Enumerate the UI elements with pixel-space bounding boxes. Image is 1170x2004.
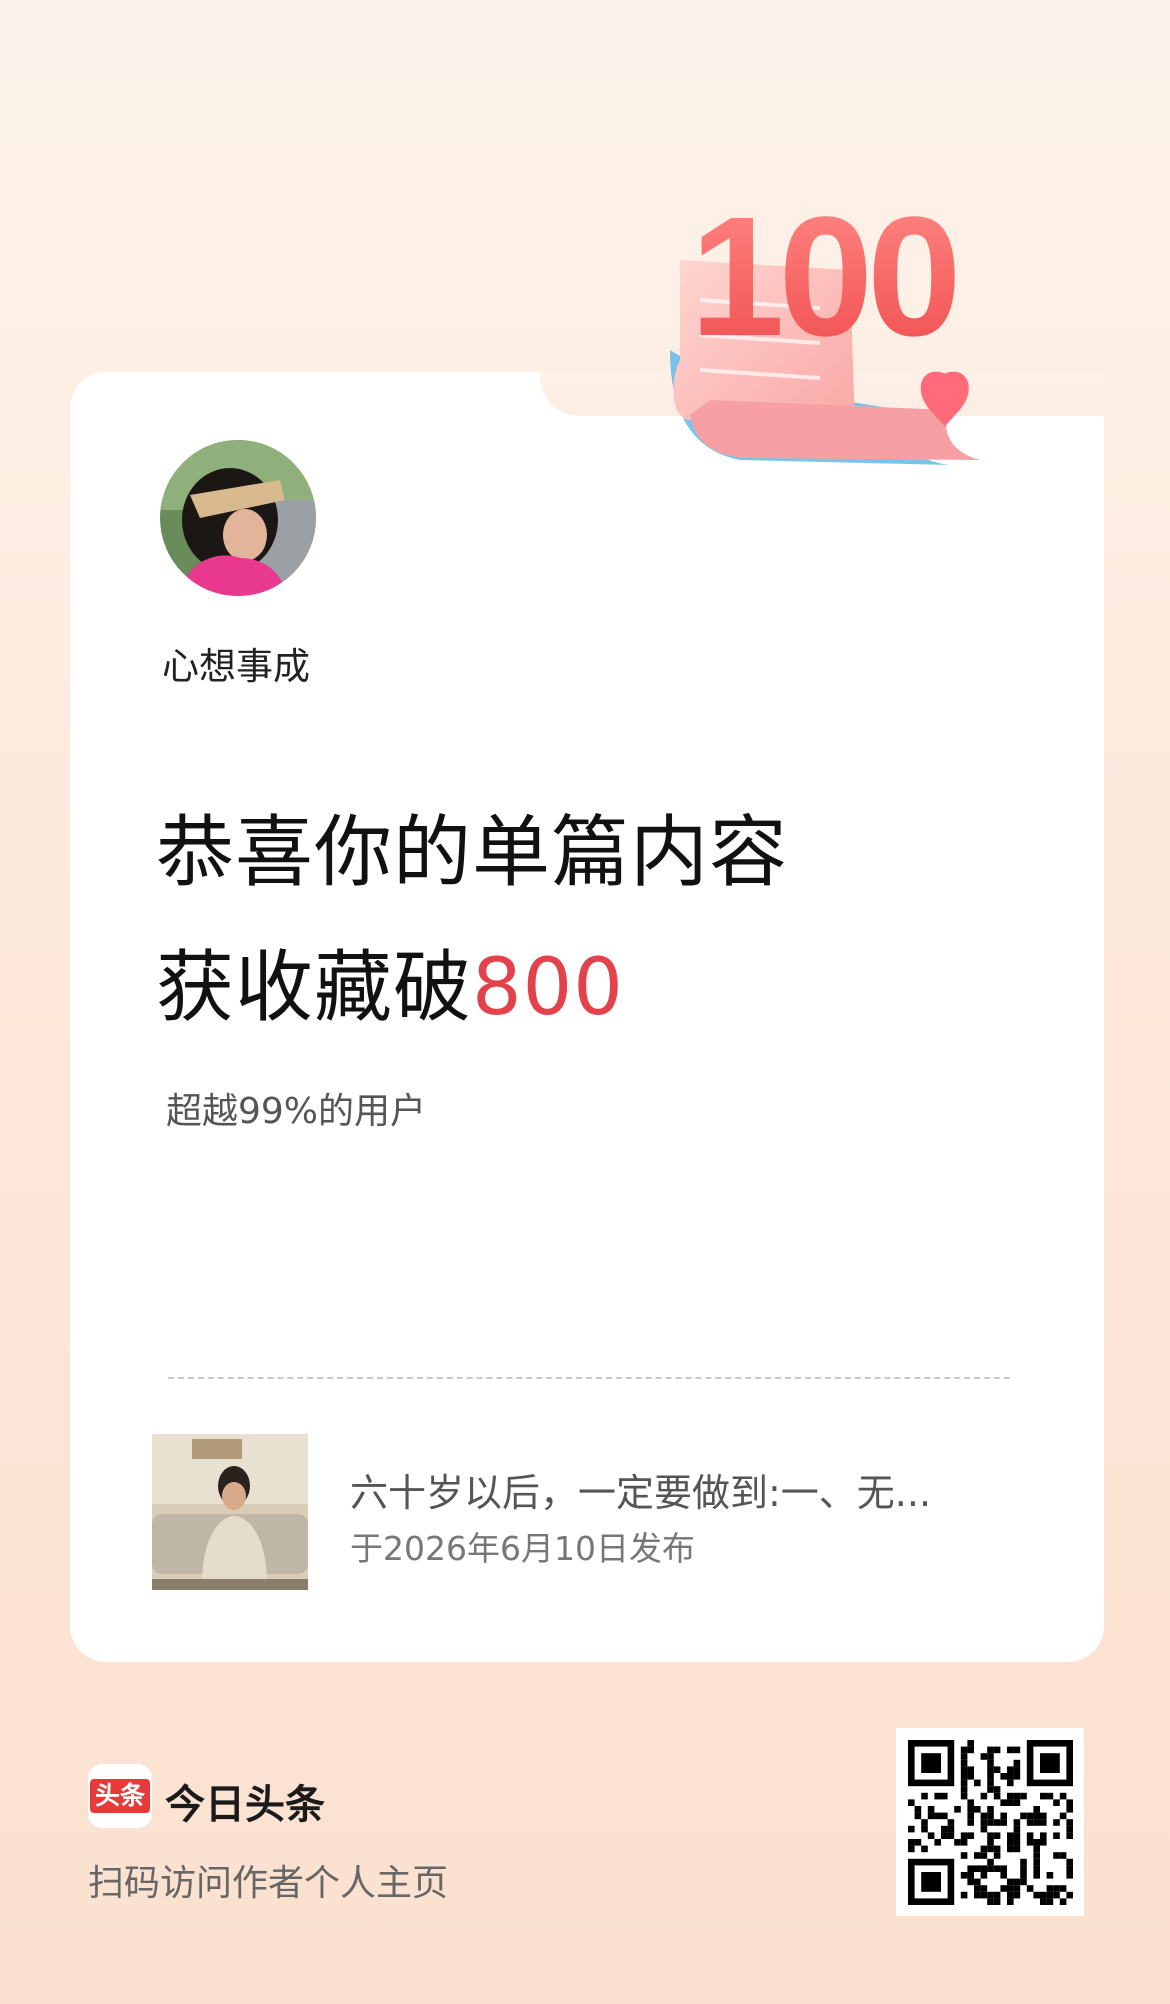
percentile-text: 超越99%的用户 bbox=[166, 1091, 427, 1132]
author-name[interactable]: 心想事成 bbox=[162, 636, 310, 690]
scan-hint: 扫码访问作者个人主页 bbox=[88, 1863, 449, 1904]
brand-name: 今日头条 bbox=[165, 1782, 325, 1828]
author-avatar[interactable] bbox=[160, 440, 316, 596]
qr-code[interactable] bbox=[896, 1728, 1084, 1916]
article-title[interactable]: 六十岁以后，一定要做到:一、无... bbox=[350, 1462, 990, 1517]
headline-line-1: 恭喜你的单篇内容 bbox=[156, 808, 789, 898]
article-date: 于2026年6月10日发布 bbox=[350, 1529, 695, 1568]
toutiao-logo-icon: 头条 bbox=[88, 1764, 152, 1828]
headline-line-2: 获收藏破800 bbox=[156, 925, 624, 1037]
article-thumbnail[interactable] bbox=[152, 1434, 308, 1590]
logo-text: 头条 bbox=[89, 1779, 150, 1813]
badge-100-illustration: 100 bbox=[670, 182, 980, 465]
headline-prefix: 获收藏破 bbox=[156, 943, 473, 1033]
badge-number: 100 bbox=[690, 182, 956, 372]
favorites-count: 800 bbox=[472, 943, 624, 1033]
dashed-divider bbox=[168, 1377, 1010, 1379]
